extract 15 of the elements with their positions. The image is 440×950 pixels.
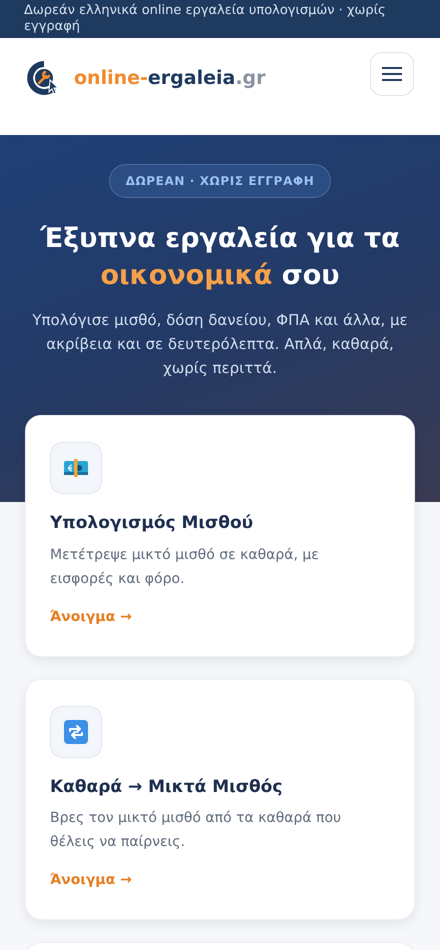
tool-title: Καθαρά → Μικτά Μισθός: [50, 776, 284, 798]
banknote-icon: [63, 458, 89, 478]
tool-title: Υπολογισμός Μισθού: [50, 512, 254, 535]
hero-title: Έξυπνα εργαλεία για τα οικονομικά σου: [38, 222, 401, 293]
hero-badge: ΔΩΡΕΑΝ · ΧΩΡΙΣ ΕΓΓΡΑΦΗ: [108, 164, 332, 198]
announcement-text: Δωρεάν ελληνικά online εργαλεία υπολογισμών · χωρίς εγγραφή: [24, 3, 387, 35]
menu-icon: [382, 66, 402, 82]
tool-description: Μετέτρεψε μικτό μισθό σε καθαρά, με εισφορές και φόρο.: [50, 546, 320, 588]
logo-text[interactable]: online-ergaleia.gr: [74, 64, 266, 92]
tool-card[interactable]: Υπολογισμός Μισθού Μετέτρεψε μικτό μισθό σε καθαρά, με εισφορές και φόρο. Άνοιγμα →: [25, 415, 415, 656]
repeat-icon: [64, 720, 88, 744]
menu-button[interactable]: [370, 52, 414, 96]
tool-card[interactable]: Καθαρά → Μικτά Μισθός Βρες τον μικτό μισθό από τα καθαρά που θέλεις να παίρνεις. Άνοιγμα →: [25, 678, 415, 920]
tool-description: Βρες τον μικτό μισθό από τα καθαρά που θέλεις να παίρνεις.: [50, 809, 342, 852]
hero-subtitle: Υπολόγισε μισθό, δόση δανείου, ΦΠΑ και άλλα, με ακρίβεια και σε δευτερόλεπτα. Απλά, καθαρά, χωρίς περιττά.: [31, 310, 409, 379]
